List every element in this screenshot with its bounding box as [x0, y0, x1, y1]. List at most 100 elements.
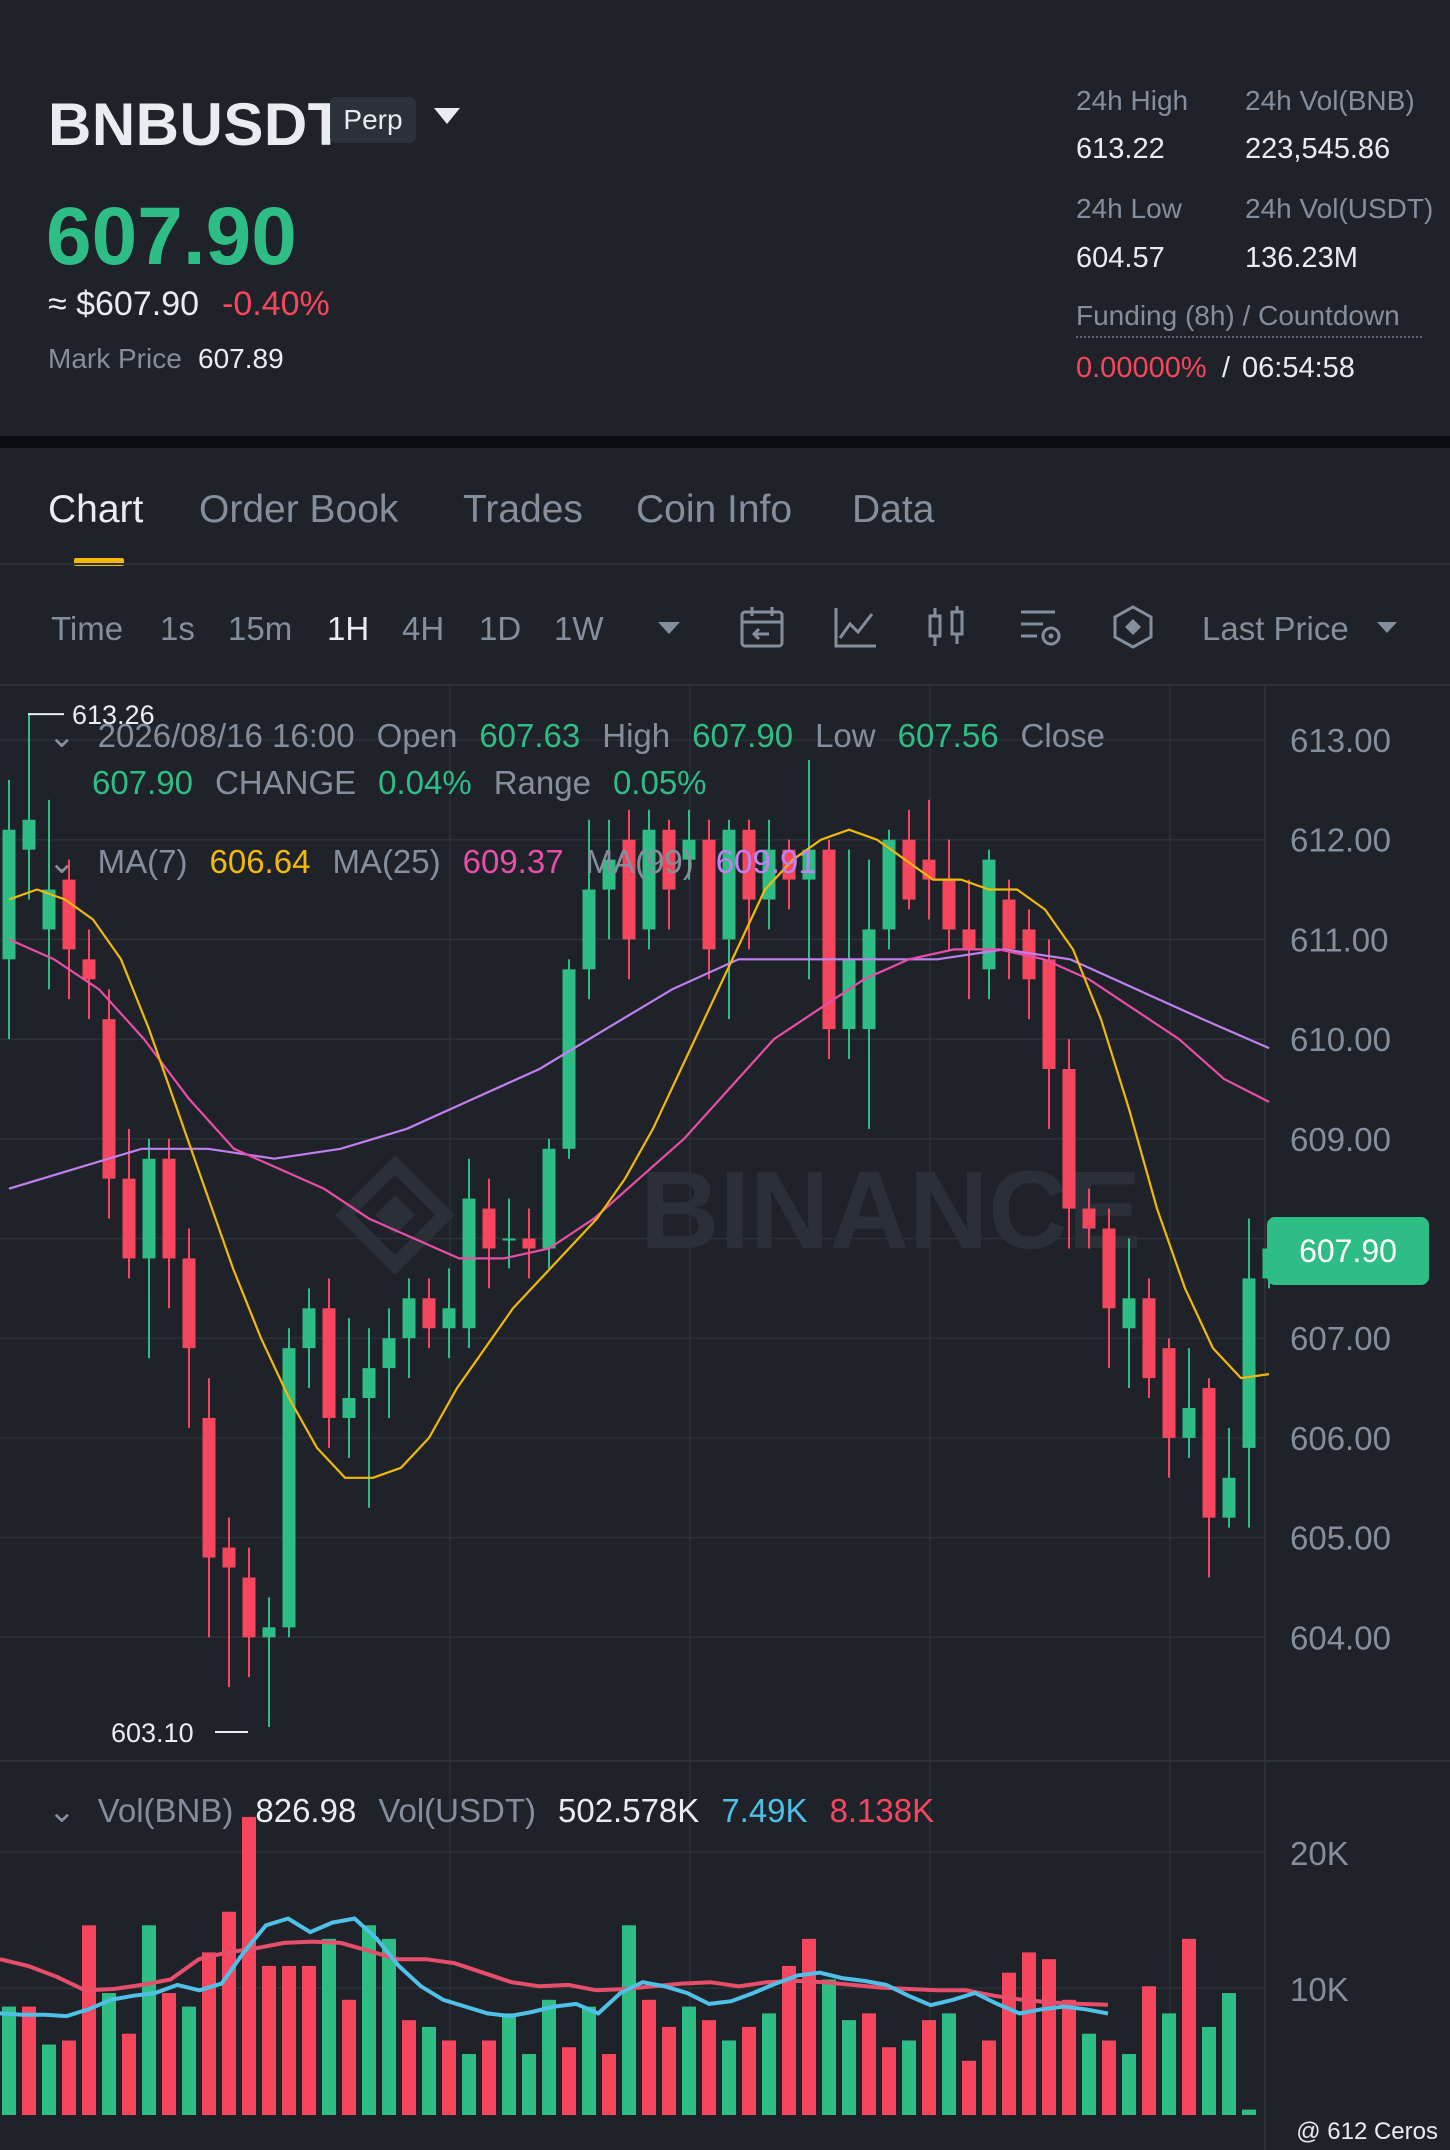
volume-bar: [782, 1965, 796, 2115]
funding-countdown-label[interactable]: Funding (8h) / Countdown: [1076, 300, 1422, 338]
low-24h-label: 24h Low: [1076, 193, 1182, 224]
interval-1s[interactable]: 1s: [160, 610, 195, 648]
candle-body: [1202, 1388, 1216, 1518]
ma7-label: MA(7): [97, 843, 188, 880]
volume-bar: [862, 2013, 876, 2115]
volume-bar: [642, 1999, 656, 2115]
volume-bar: [102, 1993, 116, 2115]
candle-body: [902, 839, 916, 900]
vol-bnb-24h-label: 24h Vol(BNB): [1245, 85, 1415, 116]
interval-4h[interactable]: 4H: [402, 610, 444, 648]
candle-body: [102, 1019, 116, 1179]
time-button[interactable]: Time: [51, 610, 123, 648]
volume-bar: [942, 2013, 956, 2115]
vol-usdt-label: Vol(USDT): [378, 1792, 536, 1829]
volume-bar: [902, 2040, 916, 2115]
candle-type-icon[interactable]: [922, 602, 972, 652]
volume-bar: [222, 1911, 236, 2115]
volume-bar: [822, 1979, 836, 2115]
candle-body: [442, 1308, 456, 1329]
volume-bar: [702, 2020, 716, 2115]
price-axis: 613.00 612.00 611.00 610.00 609.00 607.00 606.…: [1290, 722, 1391, 1656]
ma-legend: ⌄ MA(7) 606.64 MA(25) 609.37 MA(99) 609.91: [48, 842, 839, 881]
volume-bar: [482, 2040, 496, 2115]
calendar-icon[interactable]: [737, 602, 787, 652]
funding-separator: /: [1222, 352, 1231, 384]
volume-bar: [1202, 2026, 1216, 2115]
candle-body: [82, 959, 96, 980]
indicator-icon[interactable]: [830, 602, 880, 652]
vol-bnb-label: Vol(BNB): [97, 1792, 234, 1829]
candle-body: [942, 879, 956, 930]
volume-bar: [22, 2006, 36, 2115]
ma-collapse-icon[interactable]: ⌄: [48, 843, 76, 880]
price-axis-label: 609.00: [1290, 1121, 1391, 1158]
symbol-name[interactable]: BNBUSDT: [48, 90, 345, 159]
vol-usdt-24h-label: 24h Vol(USDT): [1245, 193, 1434, 224]
candle-body: [582, 889, 596, 970]
high-value: 607.90: [692, 717, 794, 754]
volume-legend: ⌄ Vol(BNB) 826.98 Vol(USDT) 502.578K 7.49K 8.1…: [48, 1791, 956, 1830]
open-label: Open: [376, 717, 458, 754]
volume-bar: [1162, 2013, 1176, 2115]
volume-bar: [1042, 1959, 1056, 2115]
low-24h-value: 604.57: [1076, 242, 1165, 274]
candle-body: [222, 1547, 236, 1568]
credit-text: @ 612 Ceros: [1296, 2118, 1438, 2145]
candle-body: [122, 1178, 136, 1259]
candle-body: [322, 1308, 336, 1418]
tab-chart[interactable]: Chart: [48, 488, 143, 532]
interval-1w[interactable]: 1W: [554, 610, 604, 648]
tab-coin-info[interactable]: Coin Info: [636, 488, 792, 532]
volume-bar: [982, 2040, 996, 2115]
volume-bar: [422, 2026, 436, 2115]
volume-bar: [382, 1938, 396, 2115]
candle-body: [1142, 1298, 1156, 1379]
volume-bar: [82, 1925, 96, 2115]
volume-bar: [1102, 2040, 1116, 2115]
volume-bar: [62, 2040, 76, 2115]
volume-bar: [662, 2026, 676, 2115]
binance-logo-icon[interactable]: [1108, 602, 1158, 652]
low-marker-label: 603.10: [111, 1718, 194, 1748]
chart-settings-icon[interactable]: [1015, 602, 1065, 652]
volume-bar: [1242, 2109, 1256, 2115]
mark-price-label: Mark Price: [48, 343, 182, 374]
price-type-dropdown-icon[interactable]: [1362, 602, 1412, 652]
candle-body: [202, 1417, 216, 1558]
current-price-tag: 607.90: [1267, 1217, 1429, 1285]
volume-bar: [462, 2054, 476, 2115]
candle-body: [882, 839, 896, 930]
tab-trades[interactable]: Trades: [463, 488, 583, 532]
legend-collapse-icon[interactable]: ⌄: [48, 717, 76, 754]
more-intervals-icon[interactable]: [644, 602, 694, 652]
volume-bar: [542, 1999, 556, 2115]
open-value: 607.63: [479, 717, 581, 754]
volume-collapse-icon[interactable]: ⌄: [48, 1792, 76, 1829]
funding-countdown: 06:54:58: [1242, 352, 1355, 384]
low-value: 607.56: [897, 717, 999, 754]
candle-body: [482, 1208, 496, 1249]
interval-1d[interactable]: 1D: [479, 610, 521, 648]
candlestick-chart[interactable]: BINANCE 613.00612.00611.00610.00609.0060…: [0, 686, 1450, 2150]
volume-bar: [262, 1965, 276, 2115]
symbol-dropdown-icon[interactable]: [434, 108, 460, 124]
tab-order-book[interactable]: Order Book: [199, 488, 398, 532]
candle-datetime: 2026/08/16 16:00: [97, 717, 355, 754]
ma7-value: 606.64: [209, 843, 311, 880]
volume-bar: [602, 2054, 616, 2115]
interval-1h[interactable]: 1H: [327, 610, 369, 648]
interval-15m[interactable]: 15m: [228, 610, 292, 648]
volume-bar: [322, 1938, 336, 2115]
price-type-selector[interactable]: Last Price: [1202, 610, 1349, 648]
candle-body: [142, 1158, 156, 1259]
tab-data[interactable]: Data: [852, 488, 934, 532]
candle-body: [1102, 1228, 1116, 1309]
candle-body: [1042, 959, 1056, 1070]
price-axis-label: 613.00: [1290, 722, 1391, 759]
volume-bar: [1182, 1938, 1196, 2115]
candle-body: [382, 1338, 396, 1369]
volume-bar: [142, 1925, 156, 2115]
vol-ma10-value: 8.138K: [829, 1792, 935, 1829]
volume-bar: [1222, 1993, 1236, 2115]
